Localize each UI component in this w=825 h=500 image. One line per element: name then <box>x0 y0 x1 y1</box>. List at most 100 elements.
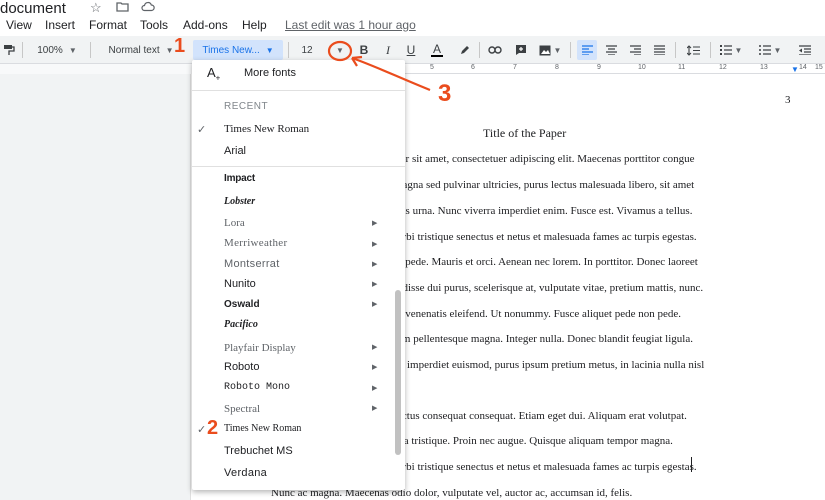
recent-font-arial[interactable]: Arial <box>224 145 246 157</box>
body-text-line[interactable]: v pede. Mauris et orci. Aenean nec lorem… <box>397 256 698 268</box>
toolbar-divider <box>22 42 23 58</box>
font-option-lobster[interactable]: Lobster <box>224 196 255 207</box>
right-indent-marker-icon[interactable]: ▼ <box>791 65 799 74</box>
font-menu-scrollbar[interactable] <box>395 290 401 455</box>
body-text-line[interactable]: em pellentesque magna. Integer nulla. Do… <box>397 333 693 345</box>
font-option-roboto[interactable]: Roboto <box>224 361 259 373</box>
body-text-line[interactable]: rta tristique. Proin nec augue. Quisque … <box>397 435 673 447</box>
decrease-indent-icon[interactable] <box>795 40 815 60</box>
menu-insert[interactable]: Insert <box>45 18 75 32</box>
menu-view[interactable]: View <box>6 18 32 32</box>
paint-format-icon[interactable] <box>2 40 16 60</box>
menu-help[interactable]: Help <box>242 18 267 32</box>
last-edit-link[interactable]: Last edit was 1 hour ago <box>285 18 416 32</box>
font-option-roboto-mono[interactable]: Roboto Mono <box>224 382 290 393</box>
image-icon[interactable]: ▼ <box>536 40 564 60</box>
recent-fonts-header: RECENT <box>224 101 269 112</box>
ruler-mark: 5 <box>430 64 434 71</box>
font-option-oswald[interactable]: Oswald <box>224 299 260 310</box>
toolbar-divider <box>710 42 711 58</box>
submenu-arrow-icon: ▶ <box>372 385 378 392</box>
ruler-mark: 9 <box>597 64 601 71</box>
document-title[interactable]: document <box>0 0 66 17</box>
font-option-trebuchet-ms[interactable]: Trebuchet MS <box>224 445 293 457</box>
body-text-line[interactable]: orbi tristique senectus et netus et male… <box>397 461 697 473</box>
justify-icon[interactable] <box>649 40 669 60</box>
font-option-playfair-display[interactable]: Playfair Display <box>224 342 296 354</box>
submenu-arrow-icon: ▶ <box>372 241 378 248</box>
font-size-dropdown-button[interactable]: ▼ <box>332 40 348 60</box>
font-option-spectral[interactable]: Spectral <box>224 403 260 415</box>
body-text-line[interactable]: orbi tristique senectus et netus et male… <box>397 231 697 243</box>
font-option-impact[interactable]: Impact <box>224 173 255 184</box>
body-text-line[interactable]: lor sit amet, consectetuer adipiscing el… <box>397 153 695 165</box>
submenu-arrow-icon: ▶ <box>372 281 378 288</box>
link-icon[interactable] <box>486 40 504 60</box>
move-to-folder-icon[interactable] <box>116 0 129 15</box>
submenu-arrow-icon: ▶ <box>372 261 378 268</box>
font-option-verdana[interactable]: Verdana <box>224 467 267 479</box>
bold-icon[interactable]: B <box>356 40 372 60</box>
menu-tools[interactable]: Tools <box>140 18 168 32</box>
ruler-mark: 6 <box>471 64 475 71</box>
text-color-icon[interactable]: A <box>428 40 446 60</box>
zoom-select[interactable]: 100% ▼ <box>30 40 84 60</box>
body-text-line[interactable]: imperdiet euismod, purus ipsum pretium m… <box>407 359 704 371</box>
checkmark-icon: ✓ <box>197 424 207 436</box>
annotation-label: 2 <box>207 417 219 439</box>
chevron-down-icon: ▼ <box>773 45 782 55</box>
toolbar-divider <box>90 42 91 58</box>
comment-icon[interactable] <box>512 40 530 60</box>
body-text-line[interactable]: ndisse dui purus, scelerisque at, vulput… <box>397 282 703 294</box>
underline-icon[interactable]: U <box>403 40 419 60</box>
font-option-merriweather[interactable]: Merriweather <box>224 237 287 249</box>
annotation-label: 1 <box>174 35 186 57</box>
recent-font-times-new-roman[interactable]: Times New Roman <box>224 123 309 135</box>
chevron-down-icon: ▼ <box>336 45 344 55</box>
toolbar-divider <box>479 42 480 58</box>
italic-icon[interactable]: I <box>380 40 396 60</box>
more-fonts-option[interactable]: More fonts <box>244 67 296 79</box>
cloud-status-icon[interactable] <box>141 0 155 15</box>
toolbar-divider <box>288 42 289 58</box>
submenu-arrow-icon: ▶ <box>372 364 378 371</box>
align-right-icon[interactable] <box>625 40 645 60</box>
style-value: Normal text <box>108 44 160 56</box>
google-docs-window: document ☆ View Insert Format Tools Add-… <box>0 0 825 500</box>
ruler-mark: 12 <box>719 64 727 71</box>
align-left-icon[interactable] <box>577 40 597 60</box>
font-select[interactable]: Times New... ▼ <box>193 40 283 60</box>
font-option-times-new-roman[interactable]: Times New Roman <box>224 423 301 434</box>
font-size-input[interactable]: 12 <box>294 40 320 60</box>
menu-add-ons[interactable]: Add-ons <box>183 18 228 32</box>
title-bar: document ☆ <box>0 0 825 17</box>
submenu-arrow-icon: ▶ <box>372 220 378 227</box>
body-text-line[interactable]: uis urna. Nunc viverra imperdiet enim. F… <box>397 205 692 217</box>
menu-format[interactable]: Format <box>89 18 127 32</box>
body-text-line[interactable]: n venenatis eleifend. Ut nonummy. Fusce … <box>397 308 681 320</box>
checkmark-icon: ✓ <box>197 124 207 136</box>
style-select[interactable]: Normal text ▼ <box>96 40 186 60</box>
chevron-down-icon: ▼ <box>165 45 174 55</box>
bulleted-list-icon[interactable]: ▼ <box>756 40 784 60</box>
chevron-down-icon: ▼ <box>68 45 77 55</box>
body-text-line[interactable]: nagna sed pulvinar ultricies, purus lect… <box>397 179 694 191</box>
line-spacing-icon[interactable] <box>683 40 703 60</box>
font-option-pacifico[interactable]: Pacifico <box>224 319 258 330</box>
font-option-lora[interactable]: Lora <box>224 217 245 229</box>
font-option-nunito[interactable]: Nunito <box>224 278 256 290</box>
more-fonts-icon: A+ <box>207 65 221 83</box>
numbered-list-icon[interactable]: ▼ <box>717 40 745 60</box>
font-option-montserrat[interactable]: Montserrat <box>224 258 280 270</box>
chevron-down-icon: ▼ <box>734 45 743 55</box>
submenu-arrow-icon: ▶ <box>372 301 378 308</box>
ruler-mark: 13 <box>760 64 768 71</box>
highlight-icon[interactable] <box>456 40 472 60</box>
align-center-icon[interactable] <box>601 40 621 60</box>
body-text-line[interactable]: ectus consequat consequat. Etiam eget du… <box>397 410 687 422</box>
zoom-value: 100% <box>37 44 63 56</box>
menu-divider <box>192 90 405 91</box>
star-icon[interactable]: ☆ <box>90 0 102 16</box>
horizontal-ruler[interactable]: 5 6 7 8 9 10 11 12 13 14 15 ▼ <box>395 64 825 74</box>
paper-title[interactable]: Title of the Paper <box>483 126 566 141</box>
